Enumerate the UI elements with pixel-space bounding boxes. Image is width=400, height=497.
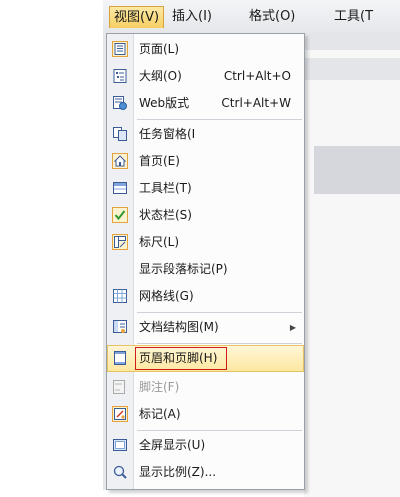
menu-separator (137, 430, 302, 431)
menu-separator (137, 312, 302, 313)
markup-icon (112, 406, 128, 422)
checkmark-icon (112, 207, 128, 223)
menu-item-label: 状态栏(S) (139, 208, 192, 222)
menu-item-toolbar[interactable]: 工具栏(T) (107, 175, 304, 202)
menu-format[interactable]: 格式(O) (245, 6, 299, 28)
menu-tools[interactable]: 工具(T (330, 6, 377, 28)
menu-item-task-pane[interactable]: 任务窗格(I (107, 121, 304, 148)
document-map-icon (112, 319, 128, 335)
zoom-icon (112, 464, 128, 480)
menu-item-label: 网格线(G) (139, 289, 194, 303)
header-footer-icon (112, 350, 128, 366)
menu-item-label: 文档结构图(M) (139, 320, 219, 334)
home-icon (112, 153, 128, 169)
menu-item-shortcut: Ctrl+Alt+W (221, 96, 291, 110)
menu-separator (137, 343, 302, 344)
submenu-arrow-icon: ▶ (289, 323, 296, 332)
menu-item-label: 显示比例(Z)... (139, 465, 217, 479)
task-pane-icon (112, 126, 128, 142)
menu-item-label: 标记(A) (139, 407, 181, 421)
menu-item-label: 标尺(L) (139, 235, 180, 249)
menu-item-header-footer[interactable]: 页眉和页脚(H) (107, 345, 304, 372)
menu-item-footnote[interactable]: 脚注(F) (107, 374, 304, 401)
menu-item-label: 大纲(O) (139, 69, 182, 83)
view-dropdown-menu: 页面(L) 大纲(O) Ctrl+Alt+O Web版式 Ctrl+Alt+W … (106, 33, 305, 490)
menu-insert[interactable]: 插入(I) (168, 6, 216, 28)
grid-icon (112, 288, 128, 304)
toolbar-icon (112, 180, 128, 196)
menu-item-document-map[interactable]: 文档结构图(M) ▶ (107, 314, 304, 341)
footnote-icon (112, 379, 128, 395)
menu-item-label: 首页(E) (139, 154, 180, 168)
menu-item-zoom[interactable]: 显示比例(Z)... (107, 459, 304, 486)
web-layout-icon (112, 95, 128, 111)
menu-item-label: Web版式 (139, 96, 190, 110)
menu-item-label: 页面(L) (139, 42, 180, 56)
menu-item-label: 脚注(F) (139, 380, 180, 394)
ruler-icon (112, 234, 128, 250)
outline-icon (112, 68, 128, 84)
menu-item-markup[interactable]: 标记(A) (107, 401, 304, 428)
document-background-right (304, 34, 400, 497)
menu-item-outline[interactable]: 大纲(O) Ctrl+Alt+O (107, 63, 304, 90)
ruler-area (314, 146, 400, 194)
menu-item-web-layout[interactable]: Web版式 Ctrl+Alt+W (107, 90, 304, 117)
fullscreen-icon (112, 437, 128, 453)
menu-item-gridlines[interactable]: 网格线(G) (107, 283, 304, 310)
menu-item-page[interactable]: 页面(L) (107, 36, 304, 63)
menu-bar: 视图(V) 插入(I) 格式(O) 工具(T (103, 0, 400, 35)
menu-item-shortcut: Ctrl+Alt+O (223, 69, 291, 83)
toolbar-band (304, 34, 400, 50)
toolbar-band (304, 58, 400, 80)
menu-separator (137, 119, 302, 120)
menu-item-fullscreen[interactable]: 全屏显示(U) (107, 432, 304, 459)
menu-item-label: 任务窗格(I (139, 127, 196, 141)
menu-item-ruler[interactable]: 标尺(L) (107, 229, 304, 256)
menu-item-label: 工具栏(T) (139, 181, 192, 195)
page-icon (112, 41, 128, 57)
menu-item-label: 全屏显示(U) (139, 438, 206, 452)
menu-view[interactable]: 视图(V) (109, 6, 165, 28)
red-annotation-box (135, 347, 227, 370)
menu-item-label: 显示段落标记(P) (139, 262, 228, 276)
menu-item-home[interactable]: 首页(E) (107, 148, 304, 175)
menu-item-status-bar[interactable]: 状态栏(S) (107, 202, 304, 229)
menu-item-show-paragraph-marks[interactable]: 显示段落标记(P) (107, 256, 304, 283)
